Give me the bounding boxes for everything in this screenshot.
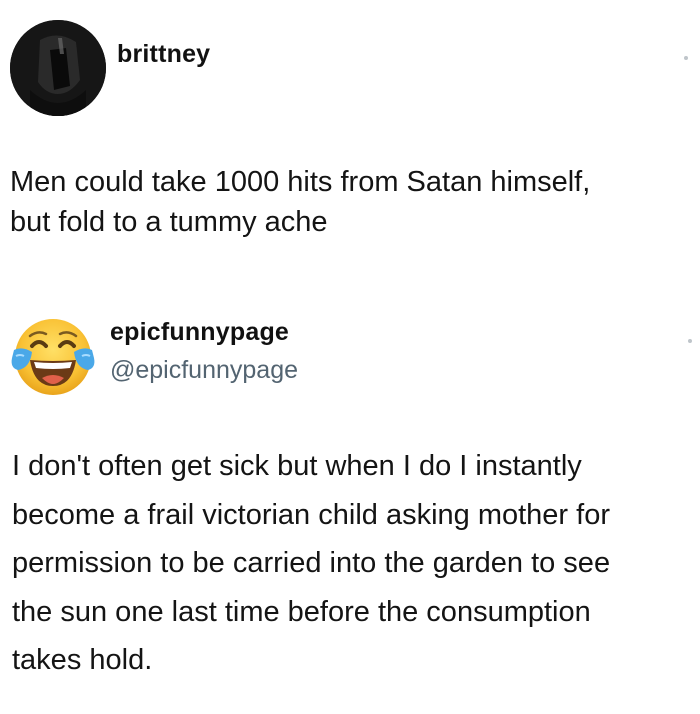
tweet-text-line: takes hold. [12,644,153,676]
more-options-icon[interactable] [684,56,688,60]
tweet-text-line: become a frail victorian child asking mo… [12,498,610,531]
tweet-text-line: permission to be carried into the garden… [12,547,611,579]
avatar[interactable] [8,312,98,402]
user-handle[interactable]: @epicfunnypage [110,356,298,385]
display-name[interactable]: epicfunnypage [110,318,289,347]
profile-photo-icon [10,20,106,116]
avatar[interactable] [10,20,106,116]
tweet-brittney: brittney Men could take 1000 hits from S… [0,0,700,290]
tweet-text: Men could take 1000 hits from Satan hims… [10,162,690,242]
tweet-text: I don't often get sick but when I do I i… [12,442,700,685]
tweet-text-line: I don't often get sick but when I do I i… [12,450,582,482]
tweet-epicfunnypage: epicfunnypage @epicfunnypage I don't oft… [0,290,700,714]
tweet-text-line: Men could take 1000 hits from Satan hims… [10,166,591,198]
more-options-icon[interactable] [688,339,692,343]
tweet-text-line: the sun one last time before the consump… [12,595,591,628]
face-with-tears-of-joy-icon [11,319,95,395]
display-name[interactable]: brittney [117,40,210,69]
tweet-text-line: but fold to a tummy ache [10,206,328,238]
